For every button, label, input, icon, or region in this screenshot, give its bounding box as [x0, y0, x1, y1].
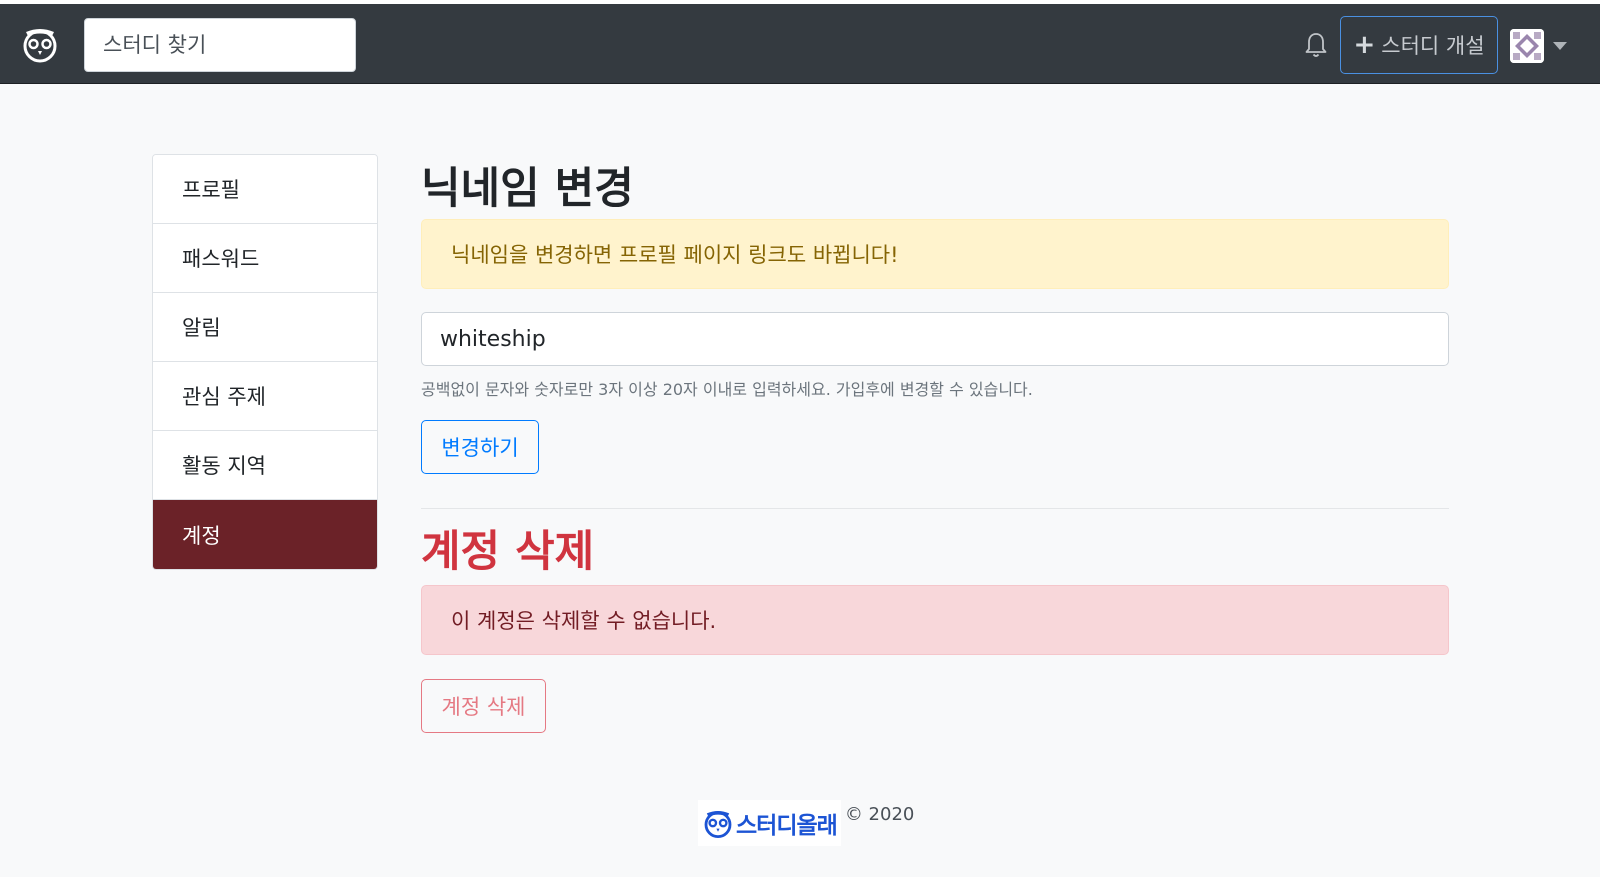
page-footer: 스터디올래 © 2020: [698, 800, 914, 846]
plus-icon: +: [1353, 30, 1376, 60]
create-study-button[interactable]: + 스터디 개설: [1340, 16, 1498, 74]
delete-account-message: 이 계정은 삭제할 수 없습니다.: [451, 609, 717, 633]
identicon-icon: [1510, 29, 1544, 63]
nickname-warning-alert: 닉네임을 변경하면 프로필 페이지 링크도 바뀝니다!: [421, 219, 1449, 289]
sidebar-item-label: 패스워드: [182, 247, 260, 271]
chevron-down-icon[interactable]: [1553, 42, 1567, 50]
study-search-input[interactable]: [84, 18, 356, 72]
sidebar-item-label: 활동 지역: [182, 454, 266, 478]
footer-logo: 스터디올래: [698, 800, 841, 846]
sidebar-item-label: 계정: [182, 523, 221, 548]
sidebar-item-label: 관심 주제: [182, 385, 266, 409]
settings-sidebar: 프로필 패스워드 알림 관심 주제 활동 지역 계정: [152, 154, 378, 570]
section-divider: [421, 508, 1449, 509]
avatar[interactable]: [1510, 29, 1544, 63]
sidebar-item-zones[interactable]: 활동 지역: [153, 431, 377, 500]
nickname-warning-text: 닉네임을 변경하면 프로필 페이지 링크도 바뀝니다!: [451, 243, 899, 267]
top-navbar: + 스터디 개설: [0, 4, 1600, 84]
nickname-help-text: 공백없이 문자와 숫자로만 3자 이상 20자 이내로 입력하세요. 가입후에 …: [421, 380, 1033, 399]
sidebar-item-notifications[interactable]: 알림: [153, 293, 377, 362]
sidebar-item-label: 프로필: [182, 178, 240, 202]
owl-logo-icon: [704, 811, 732, 838]
nickname-title: 닉네임 변경: [421, 164, 634, 214]
footer-copyright: © 2020: [844, 804, 915, 825]
delete-account-title: 계정 삭제: [421, 527, 595, 577]
change-nickname-button[interactable]: 변경하기: [421, 420, 539, 474]
delete-account-alert: 이 계정은 삭제할 수 없습니다.: [421, 585, 1449, 655]
create-study-label: 스터디 개설: [1381, 34, 1485, 58]
bell-icon[interactable]: [1304, 31, 1328, 59]
owl-logo-icon[interactable]: [20, 24, 60, 64]
sidebar-item-profile[interactable]: 프로필: [153, 155, 377, 224]
nickname-input[interactable]: [421, 312, 1449, 366]
sidebar-item-account[interactable]: 계정: [153, 500, 377, 569]
sidebar-item-label: 알림: [182, 316, 221, 340]
sidebar-item-password[interactable]: 패스워드: [153, 224, 377, 293]
delete-account-button[interactable]: 계정 삭제: [421, 679, 546, 733]
footer-brand: 스터디올래: [736, 813, 838, 839]
sidebar-item-tags[interactable]: 관심 주제: [153, 362, 377, 431]
